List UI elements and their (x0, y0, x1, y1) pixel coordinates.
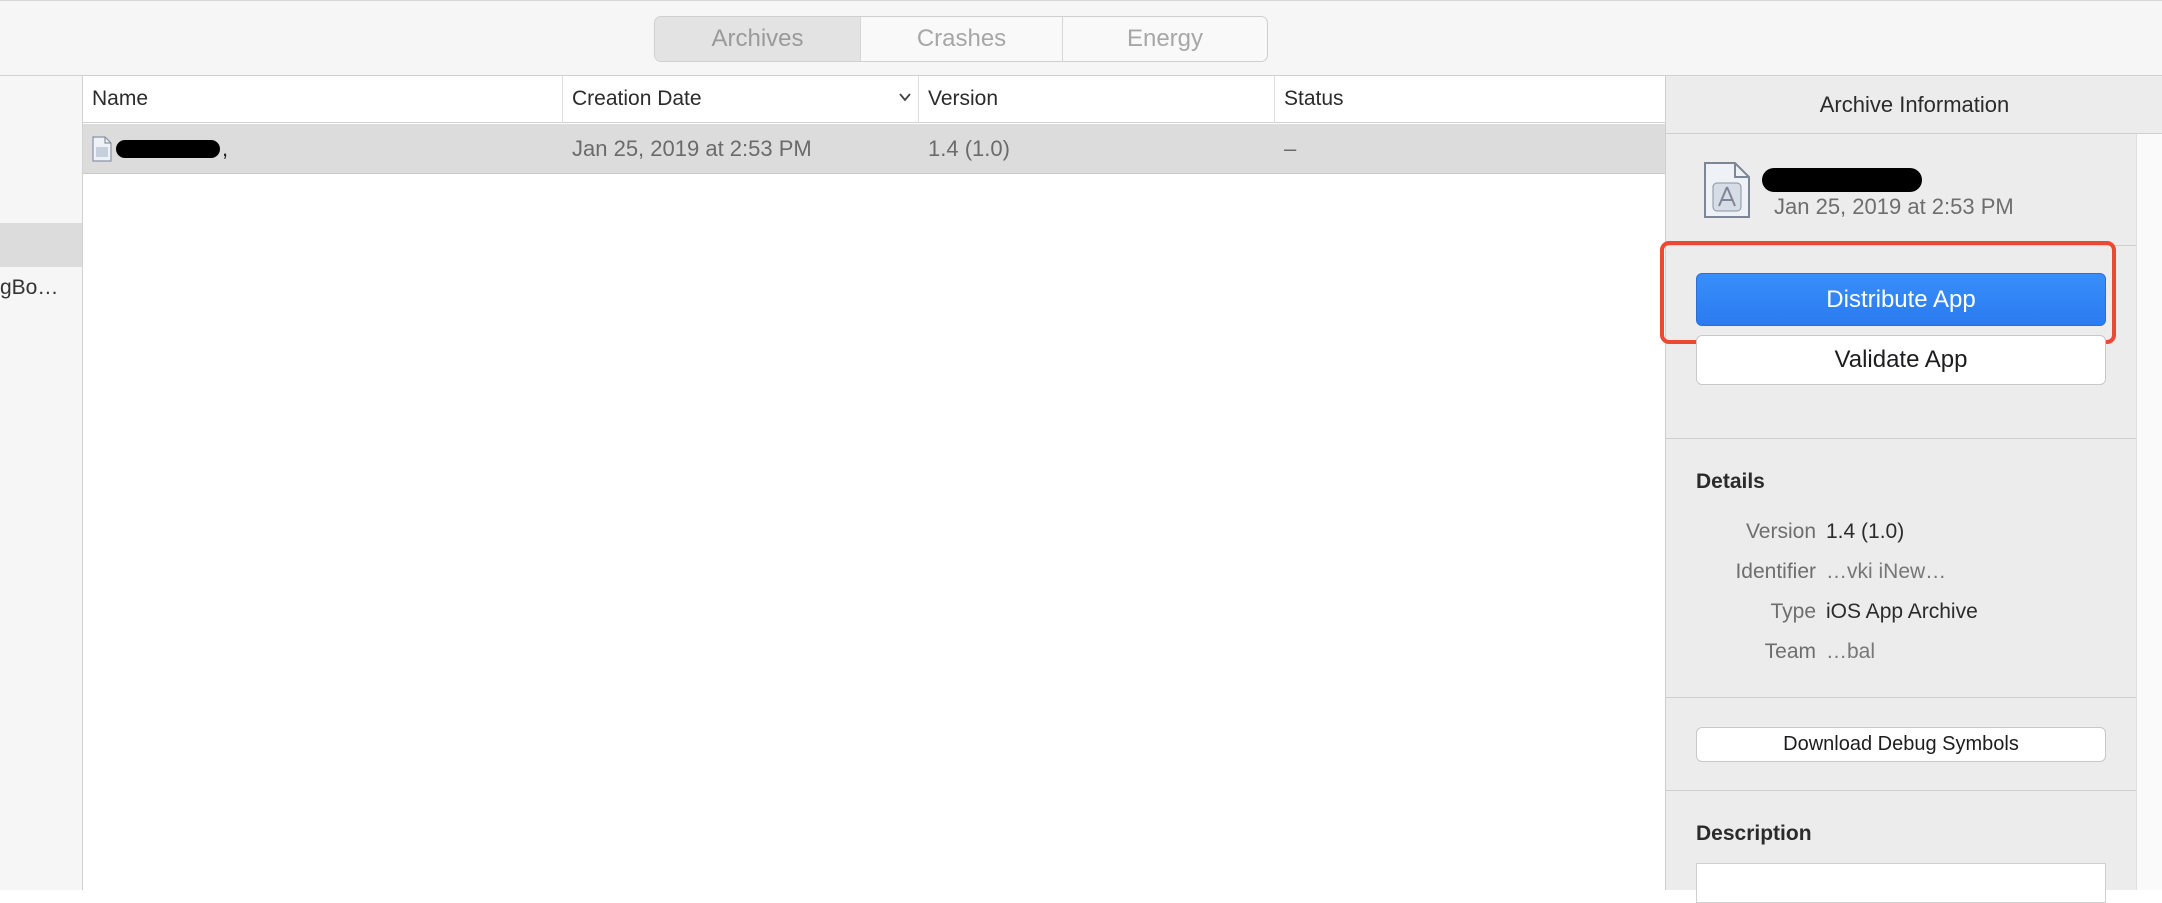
cell-version: 1.4 (1.0) (928, 136, 1010, 161)
tab-archives[interactable]: Archives (655, 17, 861, 61)
detail-identifier-key: Identifier (1735, 560, 1816, 583)
description-heading: Description (1696, 822, 1812, 845)
column-header-creation-date[interactable]: Creation Date (563, 76, 919, 122)
column-header-name[interactable]: Name (83, 76, 563, 122)
detail-type-value: iOS App Archive (1826, 600, 1978, 623)
details-heading: Details (1696, 470, 1765, 493)
cell-name: , (83, 124, 563, 174)
tab-crashes[interactable]: Crashes (861, 17, 1063, 61)
validate-app-button[interactable]: Validate App (1696, 335, 2106, 385)
detail-version-value: 1.4 (1.0) (1826, 520, 1905, 543)
cell-status: – (1284, 136, 1297, 161)
archives-table: Name Creation Date Version Status , Jan … (83, 76, 1665, 890)
organizer-tab-control: Archives Crashes Energy (654, 16, 1268, 62)
archive-file-icon (92, 136, 112, 162)
sidebar: gBo… (0, 76, 83, 890)
detail-version-key: Version (1745, 520, 1816, 543)
redacted-archive-name (116, 140, 220, 158)
app-archive-icon (1704, 162, 1750, 218)
detail-type-key: Type (1770, 600, 1816, 623)
window-top-border (0, 0, 2162, 1)
column-header-version-label: Version (928, 87, 999, 110)
divider (1666, 438, 2136, 439)
column-header-name-label: Name (92, 87, 149, 110)
toolbar: Archives Crashes Energy (0, 0, 2162, 76)
description-field[interactable] (1696, 863, 2106, 903)
inspector-scrollbar[interactable] (2136, 134, 2162, 890)
download-debug-symbols-button[interactable]: Download Debug Symbols (1696, 727, 2106, 762)
archive-inspector: Archive Information Jan 25, 2019 at 2:53… (1660, 76, 2162, 903)
cell-creation-date: Jan 25, 2019 at 2:53 PM (572, 136, 812, 161)
redacted-archive-title (1762, 168, 1922, 192)
table-row[interactable]: , Jan 25, 2019 at 2:53 PM 1.4 (1.0) – (83, 124, 1665, 174)
inspector-title: Archive Information (1666, 76, 2162, 134)
column-header-version[interactable]: Version (919, 76, 1275, 122)
divider (1666, 790, 2136, 791)
column-header-creation-date-label: Creation Date (572, 87, 702, 110)
table-header: Name Creation Date Version Status (83, 76, 1665, 123)
tab-energy[interactable]: Energy (1063, 17, 1267, 61)
detail-team-value: …bal (1826, 640, 1876, 663)
archive-date: Jan 25, 2019 at 2:53 PM (1774, 194, 2014, 219)
divider (1666, 697, 2136, 698)
sidebar-selected-item[interactable] (0, 223, 82, 267)
sidebar-item[interactable]: gBo… (0, 276, 58, 300)
detail-identifier-value: …vki iNew… (1826, 560, 1947, 583)
archive-name-suffix: , (222, 136, 229, 161)
column-header-status-label: Status (1284, 87, 1344, 110)
sort-descending-icon (899, 93, 911, 102)
column-header-status[interactable]: Status (1275, 76, 1665, 122)
annotation-highlight-box (1660, 241, 2116, 344)
detail-team-key: Team (1764, 640, 1816, 663)
